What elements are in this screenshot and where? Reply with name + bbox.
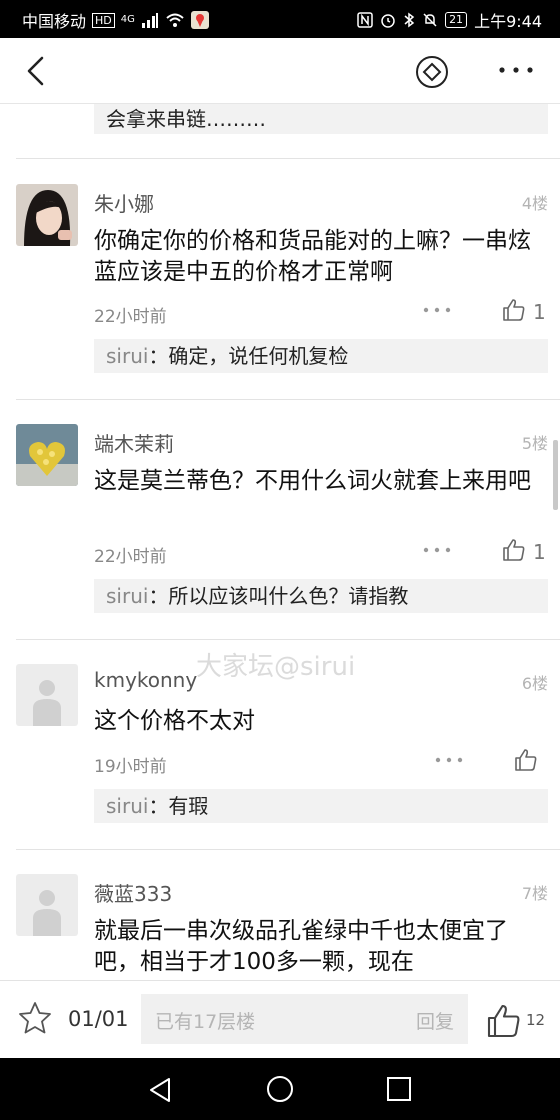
thumbs-up-icon[interactable] bbox=[502, 298, 526, 322]
timestamp: 19小时前 bbox=[94, 757, 167, 777]
network-label: 4G bbox=[120, 14, 135, 25]
timestamp: 22小时前 bbox=[94, 307, 167, 327]
watermark: 大家坛@sirui bbox=[196, 652, 356, 682]
battery-indicator: 21 bbox=[445, 12, 468, 28]
default-avatar-icon bbox=[33, 680, 61, 726]
username[interactable]: 端木茉莉 bbox=[94, 428, 174, 457]
floor-number: 4楼 bbox=[521, 194, 548, 213]
mute-bell-icon bbox=[423, 13, 437, 27]
reply-input[interactable]: 已有17层楼 回复 bbox=[141, 994, 468, 1044]
system-recents-icon[interactable] bbox=[386, 1076, 412, 1102]
reply-text: ：有瑕 bbox=[148, 794, 209, 818]
default-avatar-icon bbox=[33, 890, 61, 936]
thumbs-up-icon[interactable] bbox=[514, 748, 538, 772]
page-indicator[interactable]: 01/01 bbox=[68, 1007, 129, 1031]
floor-number: 7楼 bbox=[521, 884, 548, 903]
hd-badge: HD bbox=[92, 12, 115, 28]
comment-text: 就最后一串次级品孔雀绿中千也太便宜了吧，相当于才100多一颗，现在 bbox=[94, 918, 508, 975]
thumbs-up-icon[interactable] bbox=[502, 538, 526, 562]
reply-input-placeholder: 已有17层楼 bbox=[155, 1011, 256, 1033]
avatar[interactable] bbox=[16, 424, 78, 486]
avatar[interactable] bbox=[16, 184, 78, 246]
reply-button[interactable]: 回复 bbox=[416, 1007, 454, 1034]
diamond-target-icon[interactable] bbox=[414, 54, 450, 90]
avatar[interactable] bbox=[16, 664, 78, 726]
floor-number: 5楼 bbox=[521, 434, 548, 453]
reply-author[interactable]: sirui bbox=[106, 584, 148, 608]
previous-reply: 会拿来串链……… bbox=[94, 104, 548, 134]
bottom-action-bar: 01/01 已有17层楼 回复 12 bbox=[0, 980, 560, 1058]
more-actions-icon[interactable] bbox=[422, 545, 452, 555]
signal-icon bbox=[141, 13, 158, 28]
status-bar: 中国移动 HD 4G 21 上午9:44 bbox=[0, 0, 560, 38]
back-arrow-icon[interactable] bbox=[22, 54, 52, 88]
divider bbox=[16, 849, 560, 850]
scrollbar[interactable] bbox=[553, 440, 558, 510]
system-back-icon[interactable] bbox=[147, 1076, 173, 1104]
map-app-icon bbox=[190, 11, 209, 29]
divider bbox=[16, 399, 560, 400]
thread-like-count: 12 bbox=[526, 1011, 546, 1029]
clock: 上午9:44 bbox=[474, 12, 542, 31]
avatar[interactable] bbox=[16, 874, 78, 936]
comment-list: 会拿来串链……… 朱小娜 4楼 你确定你的价格和货品能对的上嘛？一串炫蓝应该是中… bbox=[0, 104, 560, 980]
comment-text: 这是莫兰蒂色？不用什么词火就套上来用吧 bbox=[94, 468, 531, 494]
reply-author[interactable]: sirui bbox=[106, 794, 148, 818]
comment-text: 你确定你的价格和货品能对的上嘛？一串炫蓝应该是中五的价格才正常啊 bbox=[94, 228, 531, 285]
author-reply: sirui：所以应该叫什么色？请指教 bbox=[94, 579, 548, 613]
divider bbox=[16, 158, 560, 159]
more-actions-icon[interactable] bbox=[422, 305, 452, 315]
bluetooth-icon bbox=[404, 12, 415, 28]
like-count: 1 bbox=[533, 540, 546, 564]
author-reply: sirui：确定，说任何机复检 bbox=[94, 339, 548, 373]
system-navigation-bar bbox=[0, 1058, 560, 1120]
alarm-icon bbox=[381, 14, 395, 28]
comment-text: 这个价格不太对 bbox=[94, 708, 255, 734]
username[interactable]: 朱小娜 bbox=[94, 188, 154, 217]
user-photo-icon bbox=[16, 184, 78, 246]
reply-text: ：确定，说任何机复检 bbox=[148, 344, 349, 368]
wifi-icon bbox=[166, 13, 184, 27]
author-reply: sirui：有瑕 bbox=[94, 789, 548, 823]
heart-gem-photo-icon bbox=[16, 424, 78, 486]
timestamp: 22小时前 bbox=[94, 547, 167, 567]
more-actions-icon[interactable] bbox=[434, 755, 464, 765]
floor-number: 6楼 bbox=[521, 674, 548, 693]
reply-author[interactable]: sirui bbox=[106, 344, 148, 368]
more-options-icon[interactable] bbox=[496, 60, 536, 80]
like-count: 1 bbox=[533, 300, 546, 324]
username[interactable]: 薇蓝333 bbox=[94, 878, 172, 907]
system-home-icon[interactable] bbox=[266, 1075, 294, 1103]
nfc-icon bbox=[357, 12, 373, 28]
top-navbar bbox=[0, 38, 560, 104]
thumbs-up-icon[interactable] bbox=[486, 1003, 522, 1039]
reply-text: ：所以应该叫什么色？请指教 bbox=[148, 584, 409, 608]
favorite-star-icon[interactable] bbox=[18, 1001, 52, 1035]
username[interactable]: kmykonny bbox=[94, 668, 197, 692]
carrier-label: 中国移动 bbox=[22, 12, 87, 31]
divider bbox=[16, 639, 560, 640]
